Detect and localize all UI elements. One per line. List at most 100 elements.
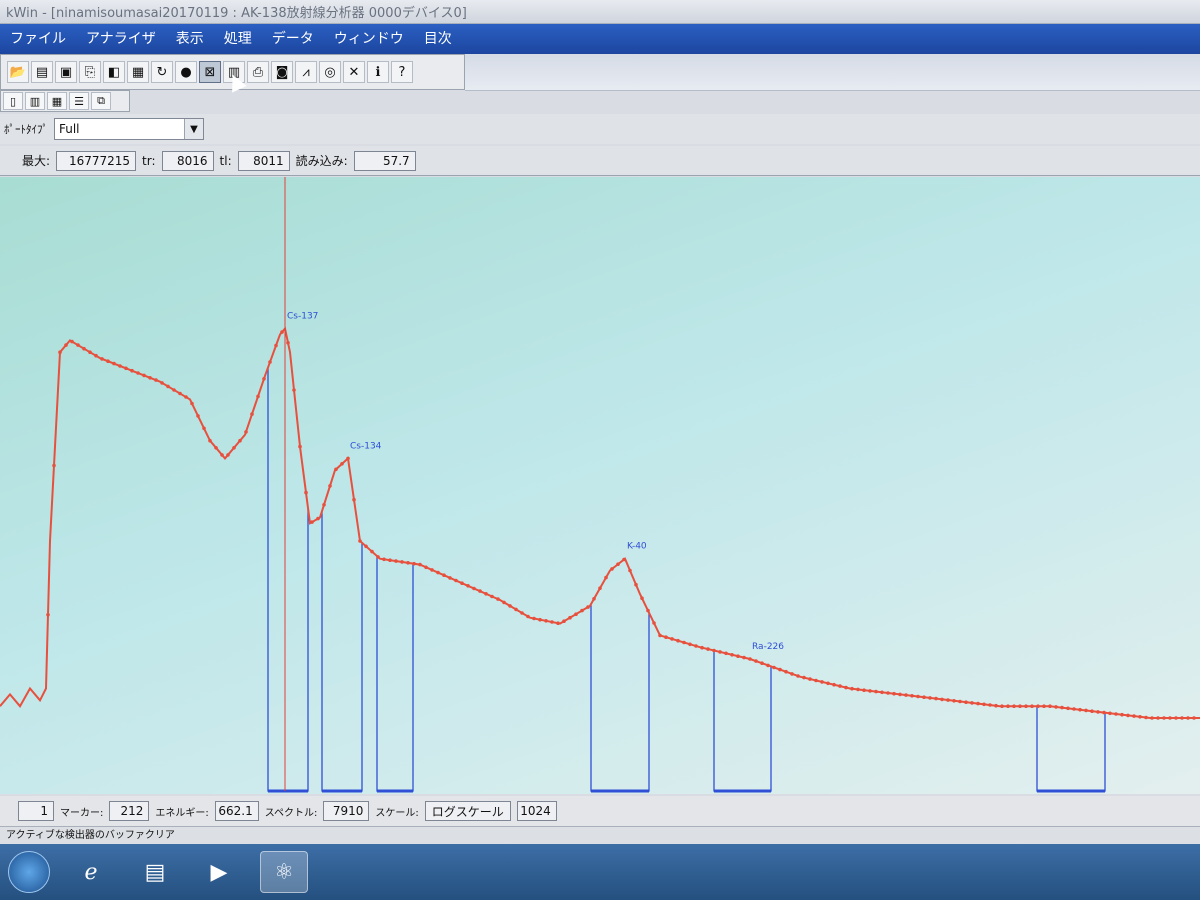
menu-data[interactable]: データ	[262, 24, 324, 54]
media-player-icon[interactable]: ▶	[196, 852, 242, 892]
channel-value: 1	[18, 801, 54, 821]
data-point	[106, 359, 110, 363]
peak-icon[interactable]: ⩘	[295, 61, 317, 83]
roi-region[interactable]	[713, 650, 772, 792]
roi-region[interactable]	[376, 556, 414, 792]
reload-icon[interactable]: ↻	[151, 61, 173, 83]
info-icon[interactable]: ℹ	[367, 61, 389, 83]
menu-process[interactable]: 処理	[214, 24, 262, 54]
clear-icon[interactable]: ⊠	[199, 61, 221, 83]
analyzer-app-icon[interactable]: ⚛	[260, 851, 308, 893]
data-point	[988, 703, 992, 707]
report-type-select[interactable]: Full ▼	[54, 118, 204, 140]
scale-value[interactable]: ログスケール	[424, 801, 511, 821]
data-point	[694, 644, 698, 648]
roi-region[interactable]	[1036, 706, 1106, 792]
start-button[interactable]	[8, 851, 50, 893]
data-point	[100, 357, 104, 361]
spectrum-svg[interactable]: Cs-137 Cs-134 K-40 Ra-226	[0, 177, 1200, 794]
print-preview-icon[interactable]: ◧	[103, 61, 125, 83]
layout-rows-icon[interactable]: ☰	[69, 92, 89, 110]
menu-analyzer[interactable]: アナライザ	[76, 24, 166, 54]
data-point	[868, 689, 872, 693]
data-point	[874, 689, 878, 694]
data-point	[1150, 716, 1154, 720]
internet-explorer-icon[interactable]: ℯ	[68, 852, 114, 892]
data-point	[664, 635, 668, 639]
read-value: 57.7	[353, 150, 416, 171]
data-point	[1132, 714, 1136, 718]
data-point	[184, 395, 188, 399]
data-point	[238, 438, 242, 443]
data-point	[466, 584, 470, 588]
open-icon[interactable]: ▤	[31, 61, 53, 83]
grid-icon[interactable]: ▦	[127, 61, 149, 83]
data-point	[832, 682, 836, 687]
data-point	[562, 619, 566, 623]
layout-copy-icon[interactable]: ⧉	[91, 92, 111, 110]
roi-region[interactable]	[590, 604, 650, 792]
printer-icon[interactable]: ⎙	[247, 61, 269, 83]
scale-label: スケール:	[375, 807, 419, 819]
data-point	[232, 446, 236, 450]
data-point	[286, 341, 290, 345]
layout-single-icon[interactable]: ▯	[3, 92, 23, 110]
roi-region[interactable]	[321, 511, 363, 792]
data-point	[1006, 704, 1010, 708]
copy-icon[interactable]: ⎘	[79, 61, 101, 83]
data-point	[1144, 715, 1148, 720]
roi-region[interactable]	[267, 367, 309, 792]
stop-icon[interactable]: ●	[175, 61, 197, 83]
circle-icon[interactable]: ◎	[319, 61, 341, 83]
data-point	[52, 463, 56, 468]
data-point	[928, 696, 932, 700]
save-icon[interactable]: ▣	[55, 61, 77, 83]
camera-icon[interactable]: ◙	[271, 61, 293, 83]
chevron-down-icon[interactable]: ▼	[184, 119, 203, 139]
data-point	[1126, 713, 1130, 718]
data-point	[994, 703, 998, 708]
data-point	[676, 638, 680, 643]
data-point	[904, 693, 908, 697]
data-point	[796, 674, 800, 678]
data-point	[382, 557, 386, 562]
tr-value: 8016	[161, 150, 214, 171]
data-point	[88, 350, 92, 354]
menu-contents[interactable]: 目次	[414, 24, 462, 54]
data-point	[490, 594, 494, 599]
layout-columns-icon[interactable]: ▥	[25, 92, 45, 110]
data-point	[604, 575, 608, 580]
data-point	[310, 520, 314, 524]
data-point	[316, 516, 320, 521]
layout-toolbar: ▯ ▥ ▦ ☰ ⧉	[0, 90, 130, 112]
help-icon[interactable]: ?	[391, 61, 413, 83]
menu-file[interactable]: ファイル	[0, 24, 76, 54]
data-point	[358, 539, 362, 543]
spectrum-plot[interactable]: Cs-137 Cs-134 K-40 Ra-226	[0, 177, 1200, 794]
menu-view[interactable]: 表示	[166, 24, 214, 54]
data-point	[82, 346, 86, 351]
file-explorer-icon[interactable]: ▤	[132, 852, 178, 892]
data-point	[1096, 710, 1100, 714]
data-point	[652, 621, 656, 625]
data-point	[1018, 704, 1022, 708]
data-point	[790, 672, 794, 676]
delete-marker-icon[interactable]: ✕	[343, 61, 365, 83]
tl-value: 8011	[237, 150, 290, 171]
data-point	[1162, 716, 1166, 720]
data-point	[130, 368, 134, 373]
data-point	[1054, 705, 1058, 709]
data-point	[982, 702, 986, 707]
data-point	[766, 663, 770, 668]
menu-window[interactable]: ウィンドウ	[324, 24, 414, 54]
max-value: 16777215	[56, 150, 137, 171]
layout-grid-icon[interactable]: ▦	[47, 92, 67, 110]
data-point	[280, 330, 284, 334]
data-point	[640, 596, 644, 600]
data-point	[436, 570, 440, 575]
data-point	[424, 565, 428, 570]
open-folder-icon[interactable]: 📂	[7, 61, 29, 83]
data-point	[430, 568, 434, 572]
data-point	[760, 661, 764, 665]
data-point	[1090, 709, 1094, 713]
